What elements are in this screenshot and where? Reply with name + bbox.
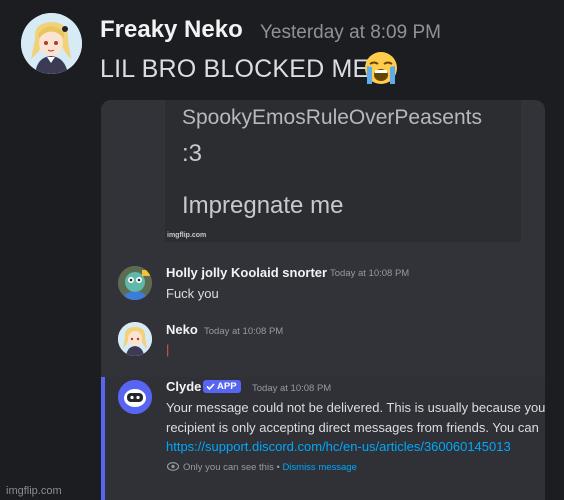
support-link[interactable]: https://support.discord.com/hc/en-us/art… [166,439,511,454]
loudly-crying-face-icon [363,50,399,86]
meme-line-username: SpookyEmosRuleOverPeasents [182,106,482,129]
message-text: | [166,342,170,357]
clyde-text-line2: recipient is only accepting direct messa… [166,420,539,435]
message-author[interactable]: Holly jolly Koolaid snorter [166,265,327,280]
app-badge: APP [203,380,241,393]
imgflip-watermark: imgflip.com [6,485,62,497]
message-author[interactable]: Neko [166,322,198,337]
dismiss-message-link[interactable]: Dismiss message [282,462,356,473]
message-text: Fuck you [166,286,219,301]
meme-watermark: imgflip.com [167,232,207,239]
post-author-name[interactable]: Freaky Neko [100,16,243,44]
only-you-text: Only you can see this [183,462,274,473]
meme-line-emoticon: :3 [182,140,203,167]
author-avatar[interactable] [21,13,82,74]
meme-image[interactable]: SpookyEmosRuleOverPeasents :3 Impregnate… [165,100,521,242]
separator: • [276,462,280,473]
checkmark-icon [206,383,215,391]
message-timestamp: Today at 10:08 PM [204,326,284,337]
ephemeral-note: Only you can see this • Dismiss message [183,462,357,473]
post-timestamp: Yesterday at 8:09 PM [260,22,441,43]
app-badge-label: APP [217,381,237,392]
clyde-timestamp: Today at 10:08 PM [252,383,332,394]
neko-avatar[interactable] [118,322,152,356]
screenshot-attachment[interactable]: SpookyEmosRuleOverPeasents :3 Impregnate… [101,100,545,500]
eye-icon [167,462,179,471]
message-timestamp: Today at 10:08 PM [330,268,410,279]
clyde-text-line1: Your message could not be delivered. Thi… [166,400,545,415]
clyde-author[interactable]: Clyde [166,379,201,394]
meme-line-text: Impregnate me [182,192,344,219]
ephemeral-accent-bar [101,377,105,500]
koolaid-avatar[interactable] [118,266,152,300]
clyde-avatar[interactable] [118,380,152,414]
post-message: LIL BRO BLOCKED ME [100,55,370,83]
